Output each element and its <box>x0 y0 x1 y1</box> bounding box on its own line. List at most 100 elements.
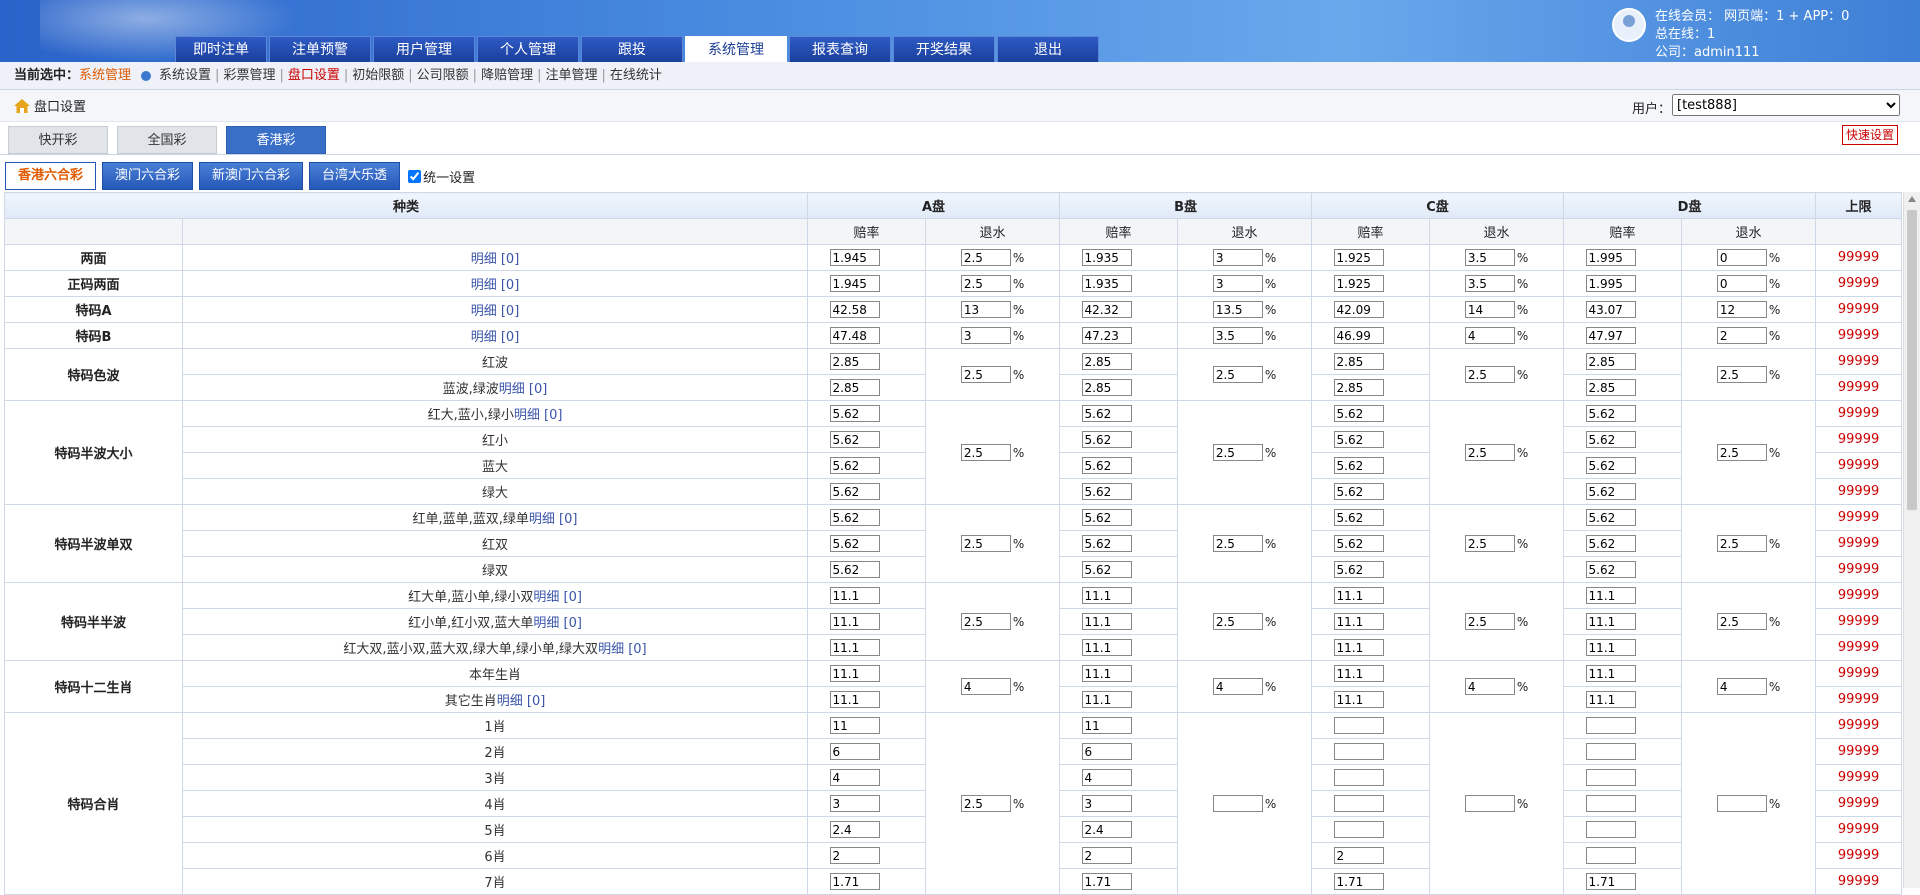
odds-input[interactable] <box>829 405 880 422</box>
odds-input[interactable] <box>829 249 880 266</box>
odds-input[interactable] <box>1333 769 1384 786</box>
odds-input[interactable] <box>1081 717 1132 734</box>
scroll-up-icon[interactable] <box>1908 196 1916 202</box>
odds-input[interactable] <box>1333 561 1384 578</box>
odds-input[interactable] <box>1585 691 1636 708</box>
odds-input[interactable] <box>829 327 880 344</box>
subnav-link[interactable]: 系统设置 <box>159 68 211 83</box>
odds-input[interactable] <box>1081 301 1132 318</box>
odds-input[interactable] <box>829 873 880 890</box>
rebate-input[interactable] <box>1464 301 1515 318</box>
odds-input[interactable] <box>1585 665 1636 682</box>
odds-input[interactable] <box>1585 873 1636 890</box>
detail-link[interactable]: 明细 [0] <box>471 330 520 345</box>
lottery-tab[interactable]: 快开彩 <box>8 126 108 154</box>
odds-input[interactable] <box>829 847 880 864</box>
rebate-input[interactable] <box>1212 678 1263 695</box>
nav-tab[interactable]: 注单预警 <box>269 36 371 62</box>
rebate-input[interactable] <box>1212 275 1263 292</box>
odds-input[interactable] <box>829 353 880 370</box>
odds-input[interactable] <box>829 561 880 578</box>
odds-input[interactable] <box>829 379 880 396</box>
odds-input[interactable] <box>1585 379 1636 396</box>
subnav-link[interactable]: 初始限额 <box>352 68 404 83</box>
odds-input[interactable] <box>1081 535 1132 552</box>
detail-link[interactable]: 明细 [0] <box>497 694 546 709</box>
odds-input[interactable] <box>829 457 880 474</box>
subnav-link[interactable]: 在线统计 <box>610 68 662 83</box>
rebate-input[interactable] <box>960 678 1011 695</box>
odds-input[interactable] <box>1081 353 1132 370</box>
nav-tab[interactable]: 系统管理 <box>685 36 787 62</box>
game-tab[interactable]: 台湾大乐透 <box>309 162 401 190</box>
odds-input[interactable] <box>829 431 880 448</box>
rebate-input[interactable] <box>1716 249 1767 266</box>
nav-tab[interactable]: 报表查询 <box>789 36 891 62</box>
odds-input[interactable] <box>1081 847 1132 864</box>
odds-input[interactable] <box>1585 405 1636 422</box>
odds-input[interactable] <box>829 769 880 786</box>
odds-input[interactable] <box>829 535 880 552</box>
odds-input[interactable] <box>1333 613 1384 630</box>
rebate-input[interactable] <box>960 249 1011 266</box>
scroll-thumb[interactable] <box>1907 210 1917 510</box>
odds-input[interactable] <box>1081 743 1132 760</box>
detail-link[interactable]: 明细 [0] <box>471 278 520 293</box>
subnav-link[interactable]: 注单管理 <box>545 68 597 83</box>
odds-input[interactable] <box>1081 639 1132 656</box>
odds-input[interactable] <box>829 821 880 838</box>
odds-input[interactable] <box>829 795 880 812</box>
nav-tab[interactable]: 即时注单 <box>175 36 267 62</box>
odds-input[interactable] <box>1585 795 1636 812</box>
odds-input[interactable] <box>1333 353 1384 370</box>
odds-input[interactable] <box>1333 587 1384 604</box>
odds-input[interactable] <box>1081 821 1132 838</box>
rebate-input[interactable] <box>1716 444 1767 461</box>
rebate-input[interactable] <box>960 366 1011 383</box>
odds-input[interactable] <box>829 665 880 682</box>
game-tab[interactable]: 新澳门六合彩 <box>199 162 304 190</box>
odds-input[interactable] <box>1333 249 1384 266</box>
rebate-input[interactable] <box>960 301 1011 318</box>
odds-input[interactable] <box>1333 535 1384 552</box>
rebate-input[interactable] <box>1464 366 1515 383</box>
rebate-input[interactable] <box>1464 275 1515 292</box>
rebate-input[interactable] <box>1464 249 1515 266</box>
odds-input[interactable] <box>1333 301 1384 318</box>
odds-input[interactable] <box>1585 743 1636 760</box>
odds-input[interactable] <box>1081 405 1132 422</box>
rebate-input[interactable] <box>1212 301 1263 318</box>
odds-input[interactable] <box>1585 301 1636 318</box>
odds-input[interactable] <box>1585 327 1636 344</box>
odds-input[interactable] <box>1585 431 1636 448</box>
odds-input[interactable] <box>1585 769 1636 786</box>
odds-input[interactable] <box>1585 457 1636 474</box>
unified-setting[interactable]: 统一设置 <box>406 167 475 186</box>
detail-link[interactable]: 明细 [0] <box>529 512 578 527</box>
subnav-link[interactable]: 盘口设置 <box>288 68 340 83</box>
odds-input[interactable] <box>1333 509 1384 526</box>
rebate-input[interactable] <box>1716 613 1767 630</box>
rebate-input[interactable] <box>1212 795 1263 812</box>
rebate-input[interactable] <box>1716 678 1767 695</box>
lottery-tab[interactable]: 香港彩 <box>226 126 326 154</box>
rebate-input[interactable] <box>960 327 1011 344</box>
nav-tab[interactable]: 跟投 <box>581 36 683 62</box>
rebate-input[interactable] <box>960 795 1011 812</box>
odds-input[interactable] <box>829 509 880 526</box>
rebate-input[interactable] <box>1464 795 1515 812</box>
odds-input[interactable] <box>1081 665 1132 682</box>
odds-input[interactable] <box>1081 379 1132 396</box>
odds-input[interactable] <box>1585 353 1636 370</box>
odds-input[interactable] <box>1333 847 1384 864</box>
rebate-input[interactable] <box>1212 366 1263 383</box>
rebate-input[interactable] <box>1716 795 1767 812</box>
rebate-input[interactable] <box>960 444 1011 461</box>
unified-checkbox[interactable] <box>408 169 422 183</box>
odds-input[interactable] <box>1585 275 1636 292</box>
lottery-tab[interactable]: 全国彩 <box>117 126 217 154</box>
detail-link[interactable]: 明细 [0] <box>514 408 563 423</box>
odds-input[interactable] <box>1585 613 1636 630</box>
odds-input[interactable] <box>1081 795 1132 812</box>
odds-input[interactable] <box>829 743 880 760</box>
